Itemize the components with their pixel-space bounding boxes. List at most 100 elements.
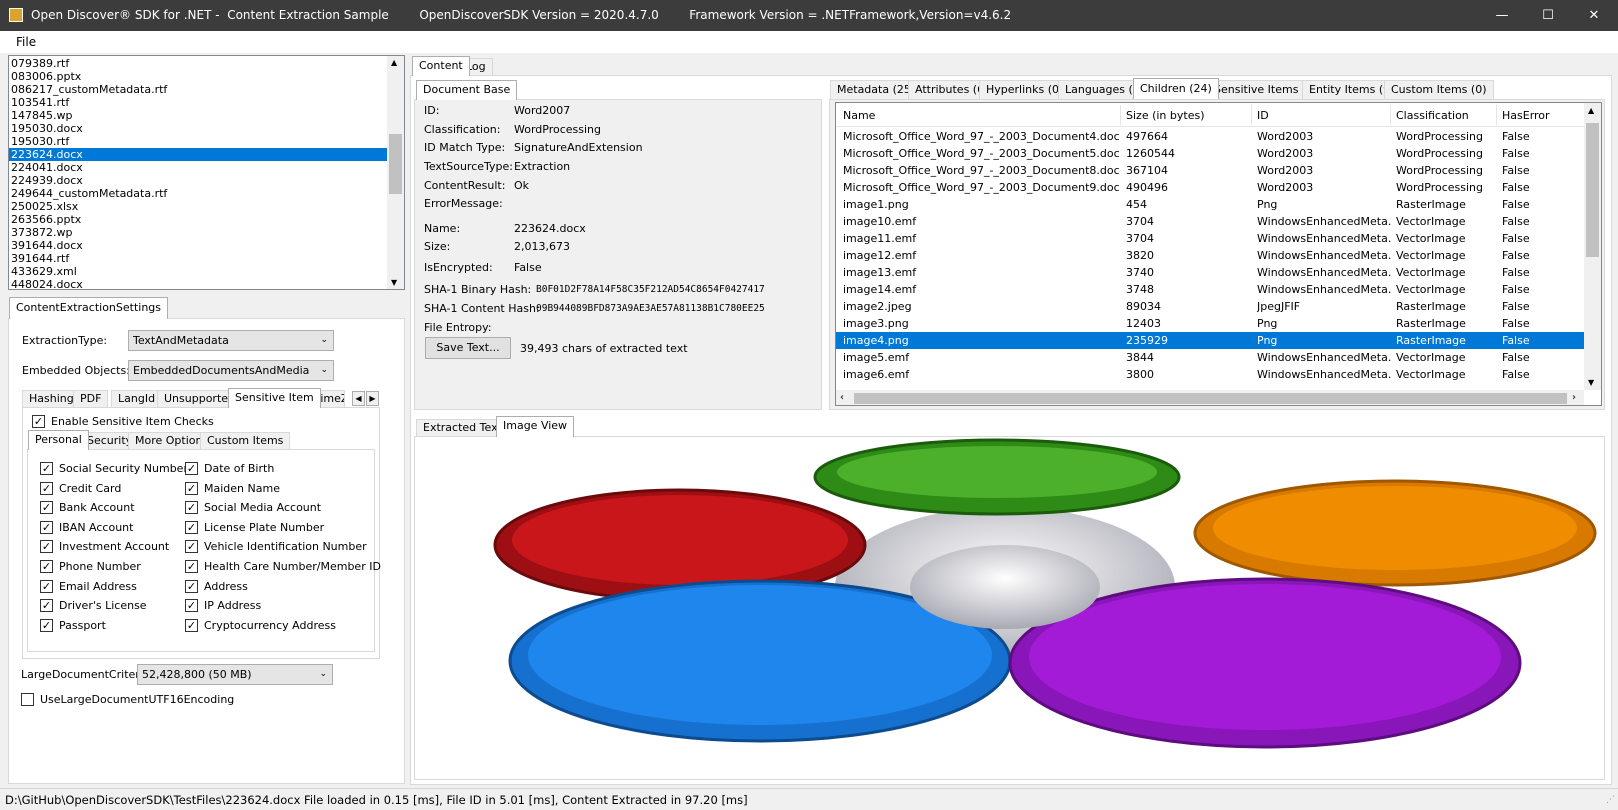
sensitive-checkbox[interactable]: ✓ — [40, 540, 53, 554]
grid-column-header[interactable]: Size (in bytes) — [1126, 109, 1251, 122]
sensitive-checkbox[interactable]: ✓ — [40, 501, 53, 515]
doc-field-label: ContentResult: — [424, 179, 506, 192]
save-text-button[interactable]: Save Text... — [425, 337, 511, 359]
sensitive-checkbox[interactable]: ✓ — [185, 579, 198, 593]
grid-column-header[interactable]: Classification — [1396, 109, 1501, 122]
tab-content[interactable]: Content — [412, 56, 470, 76]
sensitive-checkbox[interactable]: ✓ — [185, 501, 198, 515]
tab-document-base[interactable]: Document Base — [416, 80, 518, 100]
table-row[interactable]: image3.png 12403 Png RasterImage False — [836, 315, 1584, 332]
scroll-left-icon[interactable]: ‹ — [840, 392, 844, 403]
file-list-item[interactable]: 224041.docx — [9, 161, 387, 174]
minimize-button[interactable]: — — [1479, 0, 1525, 31]
table-cell: False — [1502, 215, 1530, 228]
maximize-button[interactable]: ☐ — [1525, 0, 1571, 31]
tab-settings-4[interactable]: Sensitive Item — [228, 388, 321, 408]
file-list-item[interactable]: 249644_customMetadata.rtf — [9, 187, 387, 200]
tab-right-4[interactable]: Children (24) — [1133, 78, 1219, 99]
file-list-item[interactable]: 083006.pptx — [9, 70, 387, 83]
tab-settings-2[interactable]: LangId — [111, 390, 163, 408]
subtab-3[interactable]: Custom Items — [200, 432, 291, 450]
scroll-right-icon[interactable]: › — [1572, 392, 1576, 403]
utf16-checkbox[interactable] — [21, 693, 34, 706]
tab-content-extraction-settings[interactable]: ContentExtractionSettings — [9, 297, 169, 319]
tab-settings-1[interactable]: PDF — [73, 390, 109, 408]
tab-image-view[interactable]: Image View — [496, 416, 575, 437]
sensitive-checkbox[interactable]: ✓ — [40, 481, 53, 495]
file-list-item[interactable]: 195030.docx — [9, 122, 387, 135]
sensitive-checkbox[interactable]: ✓ — [185, 618, 198, 632]
file-list-item[interactable]: 373872.wp — [9, 226, 387, 239]
table-row[interactable]: Microsoft_Office_Word_97_-_2003_Document… — [836, 162, 1584, 179]
tab-right-7[interactable]: Custom Items (0) — [1384, 80, 1494, 99]
grid-column-header[interactable]: Name — [843, 109, 1123, 122]
sensitive-checkbox[interactable]: ✓ — [185, 520, 198, 534]
sensitive-checkbox[interactable]: ✓ — [185, 599, 198, 613]
grid-column-header[interactable]: HasError — [1502, 109, 1582, 122]
table-row[interactable]: image13.emf 3740 WindowsEnhancedMeta... Vec… — [836, 264, 1584, 281]
sensitive-checkbox[interactable]: ✓ — [185, 462, 198, 475]
scroll-down-icon[interactable]: ▼ — [391, 278, 397, 287]
file-list-item[interactable]: 433629.xml — [9, 265, 387, 278]
sensitive-checkbox[interactable]: ✓ — [40, 579, 53, 593]
file-list-item[interactable]: 147845.wp — [9, 109, 387, 122]
scroll-thumb[interactable] — [1586, 123, 1599, 257]
tab-extracted-text[interactable]: Extracted Text — [416, 419, 509, 437]
file-list-item[interactable]: 079389.rtf — [9, 57, 387, 70]
extraction-type-select[interactable]: TextAndMetadata ⌄ — [128, 330, 334, 351]
menu-file[interactable]: File — [16, 35, 36, 49]
table-row[interactable]: image1.png 454 Png RasterImage False — [836, 196, 1584, 213]
file-list-item[interactable]: 086217_customMetadata.rtf — [9, 83, 387, 96]
embedded-objects-select[interactable]: EmbeddedDocumentsAndMedia ⌄ — [128, 360, 334, 381]
scroll-down-icon[interactable]: ▼ — [1588, 378, 1594, 387]
table-cell: Word2003 — [1257, 130, 1314, 143]
table-row[interactable]: Microsoft_Office_Word_97_-_2003_Document… — [836, 145, 1584, 162]
table-row[interactable]: image6.emf 3800 WindowsEnhancedMeta... Vect… — [836, 366, 1584, 383]
close-button[interactable]: ✕ — [1571, 0, 1617, 31]
scroll-thumb[interactable] — [389, 134, 402, 194]
table-row[interactable]: image10.emf 3704 WindowsEnhancedMeta... Vec… — [836, 213, 1584, 230]
file-list-item[interactable]: 103541.rtf — [9, 96, 387, 109]
sensitive-checkbox[interactable]: ✓ — [185, 560, 198, 573]
table-row[interactable]: image2.jpeg 89034 JpegJFIF RasterImage False — [836, 298, 1584, 315]
tab-scroll-right-icon[interactable]: ▶ — [366, 391, 379, 406]
subtab-0[interactable]: Personal — [28, 430, 89, 450]
file-list-item[interactable]: 250025.xlsx — [9, 200, 387, 213]
table-row[interactable]: image5.emf 3844 WindowsEnhancedMeta... Vect… — [836, 349, 1584, 366]
file-list-item[interactable]: 263566.pptx — [9, 213, 387, 226]
scroll-up-icon[interactable]: ▲ — [391, 58, 397, 67]
large-document-select[interactable]: 52,428,800 (50 MB) ⌄ — [137, 664, 333, 685]
sensitive-checkbox[interactable]: ✓ — [40, 560, 53, 573]
file-list-item[interactable]: 391644.docx — [9, 239, 387, 252]
table-row[interactable]: Microsoft_Office_Word_97_-_2003_Document… — [836, 179, 1584, 196]
file-list-item[interactable]: 448024.docx — [9, 278, 387, 289]
children-grid[interactable]: Name Size (in bytes) ID Classification HasEr… — [835, 102, 1602, 406]
sensitive-checkbox[interactable]: ✓ — [185, 540, 198, 554]
table-row[interactable]: image12.emf 3820 WindowsEnhancedMeta... Vec… — [836, 247, 1584, 264]
sensitive-checkbox[interactable]: ✓ — [40, 520, 53, 534]
sensitive-checkbox[interactable]: ✓ — [40, 462, 53, 475]
file-list-item[interactable]: 223624.docx — [9, 148, 387, 161]
resize-grip-icon[interactable]: ⋰ — [1606, 795, 1615, 805]
table-row[interactable]: Microsoft_Office_Word_97_-_2003_Document… — [836, 128, 1584, 145]
file-list-scrollbar[interactable]: ▲ ▼ — [387, 56, 404, 289]
grid-hscroll[interactable]: ‹ › — [836, 390, 1584, 405]
file-list-item[interactable]: 391644.rtf — [9, 252, 387, 265]
table-row[interactable]: image4.png 235929 Png RasterImage False — [836, 332, 1584, 349]
file-list-item[interactable]: 195030.rtf — [9, 135, 387, 148]
tab-right-2[interactable]: Hyperlinks (0) — [979, 80, 1071, 99]
tab-scroll-left-icon[interactable]: ◀ — [352, 391, 365, 406]
grid-column-header[interactable]: ID — [1257, 109, 1392, 122]
grid-vscroll[interactable]: ▲ ▼ — [1584, 103, 1601, 390]
table-row[interactable]: image11.emf 3704 WindowsEnhancedMeta... Vec… — [836, 230, 1584, 247]
sensitive-checkbox[interactable]: ✓ — [40, 618, 53, 632]
table-row[interactable]: image14.emf 3748 WindowsEnhancedMeta... Vec… — [836, 281, 1584, 298]
file-list-item[interactable]: 224939.docx — [9, 174, 387, 187]
scroll-up-icon[interactable]: ▲ — [1588, 106, 1594, 115]
sensitive-checkbox[interactable]: ✓ — [185, 481, 198, 495]
scroll-thumb[interactable] — [854, 393, 1567, 404]
file-list[interactable]: 079389.rtf 083006.pptx 086217_customMetada… — [8, 55, 405, 290]
enable-sensitive-checkbox[interactable]: ✓ — [32, 415, 45, 428]
sensitive-checkbox[interactable]: ✓ — [40, 599, 53, 613]
tab-settings-0[interactable]: Hashing — [22, 390, 81, 408]
